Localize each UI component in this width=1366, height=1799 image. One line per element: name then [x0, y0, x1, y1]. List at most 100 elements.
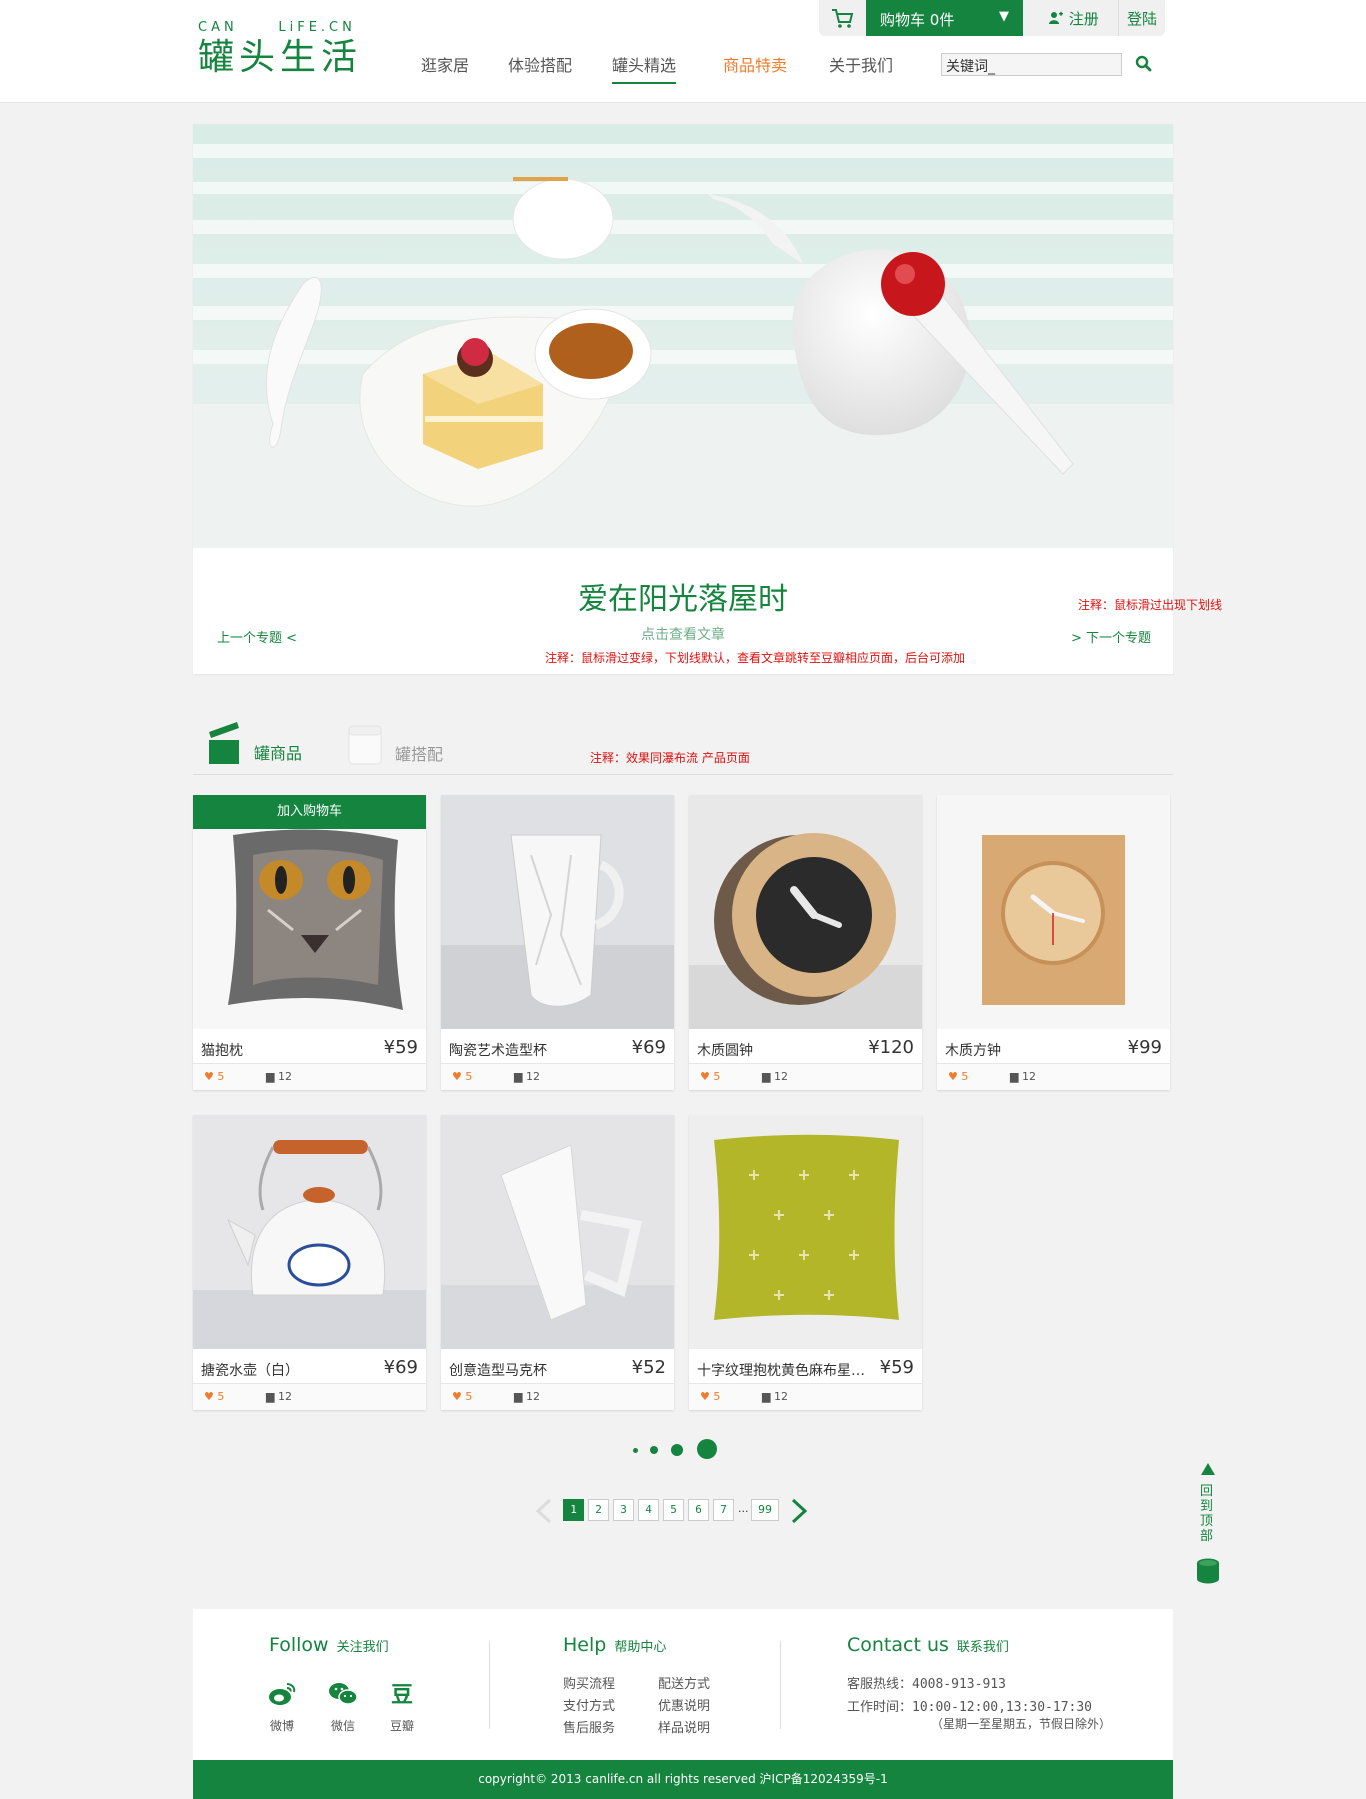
- product-name[interactable]: 陶瓷艺术造型杯: [449, 1040, 547, 1060]
- chevron-right-icon[interactable]: [789, 1498, 809, 1524]
- cart-icon[interactable]: [819, 0, 866, 36]
- page-3[interactable]: 3: [613, 1499, 634, 1521]
- wechat-icon[interactable]: [323, 1681, 363, 1711]
- product-card[interactable]: 十字纹理抱枕黄色麻布星… ¥59 ♥ 5 ▆ 12: [689, 1115, 922, 1410]
- product-meta: ♥ 5 ▆ 12: [689, 1383, 922, 1410]
- product-name[interactable]: 搪瓷水壶（白）: [201, 1360, 299, 1380]
- cart-button[interactable]: 购物车 0件 ▼: [866, 0, 1023, 36]
- site-footer: Follow 关注我们 微博 微信 豆 豆瓣 Help 帮助中心 购买流程 支付方式…: [193, 1609, 1173, 1799]
- help-link[interactable]: 售后服务: [563, 1717, 615, 1736]
- product-card[interactable]: 木质方钟 ¥99 ♥ 5 ▆ 12: [937, 795, 1170, 1090]
- tab-goods-label: 罐商品: [254, 744, 303, 763]
- comments[interactable]: ▆ 12: [762, 1390, 788, 1403]
- cart-label: 购物车: [880, 11, 926, 29]
- product-image[interactable]: [689, 1115, 922, 1349]
- banner-image[interactable]: [193, 124, 1173, 548]
- weibo-label[interactable]: 微博: [262, 1717, 302, 1734]
- prev-topic-link[interactable]: 上一个专题 <: [217, 627, 297, 646]
- product-image[interactable]: [441, 1115, 674, 1349]
- page-4[interactable]: 4: [638, 1499, 659, 1521]
- register-label: 注册: [1068, 10, 1099, 28]
- banner-read-more-link[interactable]: 点击查看文章: [193, 624, 1173, 644]
- back-to-top[interactable]: 回到顶部: [1194, 1462, 1230, 1587]
- comments[interactable]: ▆ 12: [266, 1390, 292, 1403]
- comment-icon: ▆: [514, 1070, 523, 1083]
- comments-count: 12: [773, 1390, 788, 1403]
- douban-icon[interactable]: 豆: [382, 1677, 422, 1709]
- product-card[interactable]: 加入购物车 猫抱枕 ¥59 ♥ 5 ▆ 12: [193, 795, 426, 1090]
- search-input[interactable]: 关键词_: [941, 53, 1122, 76]
- nav-item-experience[interactable]: 体验搭配: [508, 52, 572, 82]
- product-image[interactable]: [193, 1115, 426, 1349]
- page-6[interactable]: 6: [688, 1499, 709, 1521]
- chevron-left-icon[interactable]: [534, 1498, 554, 1524]
- product-card[interactable]: 创意造型马克杯 ¥52 ♥ 5 ▆ 12: [441, 1115, 674, 1410]
- product-card[interactable]: 木质圆钟 ¥120 ♥ 5 ▆ 12: [689, 795, 922, 1090]
- register-button[interactable]: 注册: [1034, 0, 1119, 36]
- next-topic-link[interactable]: > 下一个专题: [1071, 627, 1151, 646]
- add-to-cart-button[interactable]: 加入购物车: [193, 795, 426, 829]
- likes[interactable]: ♥ 5: [700, 1390, 720, 1403]
- comment-icon: ▆: [514, 1390, 523, 1403]
- heart-icon: ♥: [700, 1070, 710, 1083]
- product-price: ¥120: [868, 1037, 914, 1058]
- comment-icon: ▆: [762, 1070, 771, 1083]
- comments[interactable]: ▆ 12: [514, 1390, 540, 1403]
- likes[interactable]: ♥ 5: [204, 1070, 224, 1083]
- page-last[interactable]: 99: [751, 1499, 779, 1521]
- help-link[interactable]: 支付方式: [563, 1695, 615, 1714]
- product-card[interactable]: 陶瓷艺术造型杯 ¥69 ♥ 5 ▆ 12: [441, 795, 674, 1090]
- product-price: ¥99: [1127, 1037, 1162, 1058]
- help-link[interactable]: 购买流程: [563, 1673, 615, 1692]
- cart-count: 0件: [929, 11, 955, 29]
- comments[interactable]: ▆ 12: [1010, 1070, 1036, 1083]
- nav-item-selection[interactable]: 罐头精选: [612, 52, 677, 84]
- product-image[interactable]: [937, 795, 1170, 1029]
- back-to-top-label: 回到顶部: [1200, 1484, 1214, 1544]
- help-link[interactable]: 样品说明: [658, 1717, 710, 1736]
- product-name[interactable]: 木质方钟: [945, 1040, 1001, 1060]
- product-name[interactable]: 猫抱枕: [201, 1040, 243, 1060]
- product-card[interactable]: 搪瓷水壶（白） ¥69 ♥ 5 ▆ 12: [193, 1115, 426, 1410]
- heart-icon: ♥: [700, 1390, 710, 1403]
- login-button[interactable]: 登陆: [1119, 0, 1165, 36]
- contact-subtitle: 联系我们: [956, 1640, 1009, 1655]
- page-2[interactable]: 2: [588, 1499, 609, 1521]
- nav-item-home[interactable]: 逛家居: [421, 52, 469, 82]
- page-7[interactable]: 7: [713, 1499, 734, 1521]
- product-image[interactable]: [441, 795, 674, 1029]
- product-name[interactable]: 十字纹理抱枕黄色麻布星…: [697, 1360, 865, 1380]
- douban-label[interactable]: 豆瓣: [382, 1717, 422, 1734]
- likes-count: 5: [217, 1390, 225, 1403]
- likes[interactable]: ♥ 5: [452, 1070, 472, 1083]
- likes[interactable]: ♥ 5: [204, 1390, 224, 1403]
- banner-title[interactable]: 爱在阳光落屋时: [193, 574, 1173, 618]
- likes-count: 5: [465, 1390, 473, 1403]
- help-link[interactable]: 优惠说明: [658, 1695, 710, 1714]
- heart-icon: ♥: [948, 1070, 958, 1083]
- add-user-icon: [1049, 11, 1063, 24]
- logo[interactable]: CAN LiFE.CN 罐头生活: [198, 20, 368, 80]
- likes[interactable]: ♥ 5: [452, 1390, 472, 1403]
- weibo-icon[interactable]: [262, 1681, 302, 1711]
- tab-goods[interactable]: 罐商品: [207, 720, 317, 766]
- comments[interactable]: ▆ 12: [266, 1070, 292, 1083]
- contact-title: Contact us: [847, 1634, 949, 1656]
- product-name[interactable]: 创意造型马克杯: [449, 1360, 547, 1380]
- likes[interactable]: ♥ 5: [700, 1070, 720, 1083]
- comments[interactable]: ▆ 12: [514, 1070, 540, 1083]
- help-link[interactable]: 配送方式: [658, 1673, 710, 1692]
- tab-match[interactable]: 罐搭配: [348, 725, 458, 771]
- wechat-label[interactable]: 微信: [323, 1717, 363, 1734]
- nav-item-sale[interactable]: 商品特卖: [723, 52, 787, 82]
- nav-item-about[interactable]: 关于我们: [829, 52, 893, 82]
- page-5[interactable]: 5: [663, 1499, 684, 1521]
- search-icon[interactable]: [1135, 55, 1153, 73]
- comments[interactable]: ▆ 12: [762, 1070, 788, 1083]
- product-image[interactable]: [193, 795, 426, 1029]
- page-1[interactable]: 1: [563, 1499, 584, 1521]
- likes[interactable]: ♥ 5: [948, 1070, 968, 1083]
- arrow-up-icon: [1201, 1463, 1215, 1475]
- product-image[interactable]: [689, 795, 922, 1029]
- product-name[interactable]: 木质圆钟: [697, 1040, 753, 1060]
